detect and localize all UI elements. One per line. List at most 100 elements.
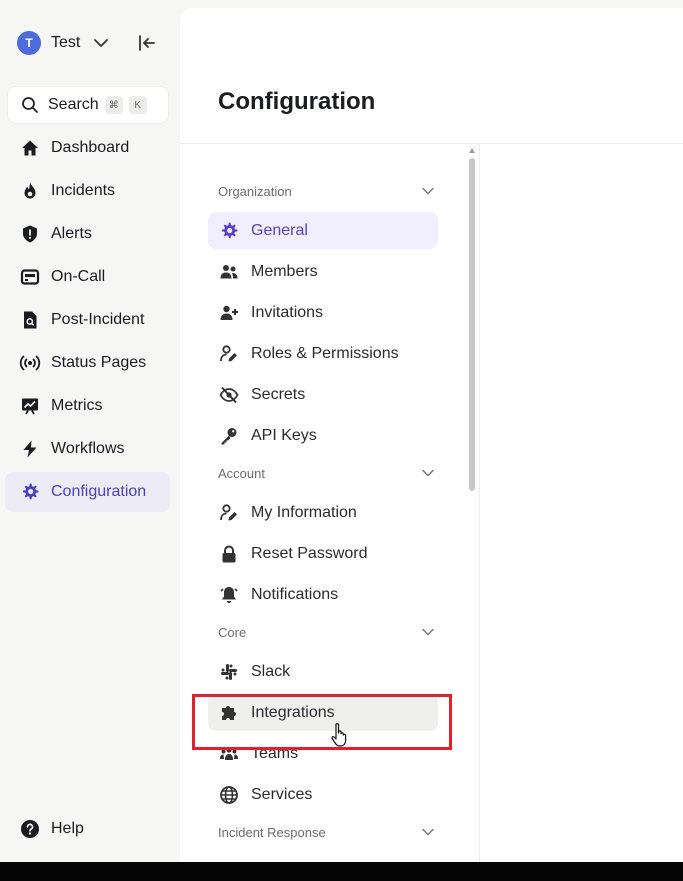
shield-alert-icon (19, 223, 41, 245)
settings-item-label: Reset Password (251, 544, 368, 562)
eye-slash-icon (218, 384, 240, 406)
settings-item-label: My Information (251, 503, 357, 521)
page-title: Configuration (218, 88, 376, 115)
avatar: T (17, 31, 41, 55)
shortcut-key-k: K (128, 96, 147, 114)
section-header-account[interactable]: Account (208, 458, 438, 488)
nav-label: Status Pages (51, 354, 147, 371)
key-icon (218, 425, 240, 447)
search-button[interactable]: Search ⌘ K (8, 87, 168, 123)
nav-item-workflows[interactable]: Workflows (5, 429, 170, 469)
users-icon (218, 261, 240, 283)
settings-item-services[interactable]: Services (208, 776, 438, 813)
nav-label: Dashboard (51, 139, 130, 156)
nav-item-configuration[interactable]: Configuration (5, 472, 170, 512)
settings-item-label: Members (251, 262, 318, 280)
people-group-icon (218, 743, 240, 765)
chart-board-icon (19, 395, 41, 417)
settings-item-label: Services (251, 785, 313, 803)
settings-item-label: Slack (251, 662, 291, 680)
header-divider (180, 143, 683, 144)
settings-item-secrets[interactable]: Secrets (208, 376, 438, 413)
user-plus-icon (218, 302, 240, 324)
scroll-up-icon[interactable] (469, 148, 475, 153)
settings-item-my-information[interactable]: My Information (208, 494, 438, 531)
main-panel: Configuration Organization General Membe… (180, 8, 683, 862)
panel-divider (479, 144, 480, 862)
nav-item-alerts[interactable]: Alerts (5, 214, 170, 254)
bottom-bar (0, 862, 683, 881)
broadcast-icon (19, 352, 41, 374)
settings-item-label: Invitations (251, 303, 324, 321)
gear-icon (19, 481, 41, 503)
chevron-down-icon (420, 183, 436, 199)
bell-icon (218, 584, 240, 606)
help-label: Help (51, 820, 84, 837)
nav-label: Configuration (51, 483, 147, 500)
settings-item-label: Secrets (251, 385, 306, 403)
section-header-core[interactable]: Core (208, 617, 438, 647)
section-header-incident-response[interactable]: Incident Response (208, 817, 438, 847)
settings-item-reset-password[interactable]: Reset Password (208, 535, 438, 572)
help-button[interactable]: Help (19, 818, 84, 840)
slack-icon (218, 661, 240, 683)
settings-item-invitations[interactable]: Invitations (208, 294, 438, 331)
settings-item-roles-permissions[interactable]: Roles & Permissions (208, 335, 438, 372)
nav-label: Alerts (51, 225, 92, 242)
scroll-thumb[interactable] (469, 158, 475, 491)
settings-item-slack[interactable]: Slack (208, 653, 438, 690)
section-title: Core (218, 624, 247, 640)
nav-label: Incidents (51, 182, 116, 199)
section-title: Organization (218, 183, 292, 199)
nav-item-post-incident[interactable]: Post-Incident (5, 300, 170, 340)
chevron-down-icon (420, 624, 436, 640)
pager-icon (19, 266, 41, 288)
user-pen-icon (218, 343, 240, 365)
settings-item-general[interactable]: General (208, 212, 438, 249)
section-header-organization[interactable]: Organization (208, 176, 438, 206)
gear-icon (218, 220, 240, 242)
chevron-down-icon (420, 465, 436, 481)
nav-item-metrics[interactable]: Metrics (5, 386, 170, 426)
settings-item-members[interactable]: Members (208, 253, 438, 290)
settings-item-label: General (251, 221, 308, 239)
shortcut-key-cmd: ⌘ (104, 96, 123, 114)
nav-item-on-call[interactable]: On-Call (5, 257, 170, 297)
nav-item-status-pages[interactable]: Status Pages (5, 343, 170, 383)
chevron-down-icon (420, 824, 436, 840)
document-search-icon (19, 309, 41, 331)
settings-item-label: Teams (251, 744, 299, 762)
settings-nav-scrollbar[interactable] (468, 146, 476, 862)
search-icon (21, 96, 39, 114)
nav-item-incidents[interactable]: Incidents (5, 171, 170, 211)
section-title: Account (218, 465, 265, 481)
workspace-name: Test (51, 34, 81, 51)
workspace-switcher[interactable]: T Test (17, 31, 110, 55)
main-nav: Dashboard Incidents Alerts On-Call Post-… (5, 128, 170, 515)
help-circle-icon (19, 818, 41, 840)
user-pen-icon (218, 502, 240, 524)
nav-item-dashboard[interactable]: Dashboard (5, 128, 170, 168)
section-title: Incident Response (218, 824, 326, 840)
nav-label: Metrics (51, 397, 103, 414)
collapse-sidebar-icon[interactable] (137, 33, 157, 53)
settings-item-teams[interactable]: Teams (208, 735, 438, 772)
settings-item-api-keys[interactable]: API Keys (208, 417, 438, 454)
settings-item-label: API Keys (251, 426, 317, 444)
settings-item-label: Integrations (251, 703, 335, 721)
lightning-icon (19, 438, 41, 460)
home-icon (19, 137, 41, 159)
search-label: Search (48, 96, 99, 113)
settings-item-notifications[interactable]: Notifications (208, 576, 438, 613)
flame-icon (19, 180, 41, 202)
nav-label: Workflows (51, 440, 125, 457)
settings-item-label: Roles & Permissions (251, 344, 399, 362)
globe-icon (218, 784, 240, 806)
chevron-down-icon (92, 34, 110, 52)
settings-item-label: Notifications (251, 585, 339, 603)
lock-icon (218, 543, 240, 565)
settings-item-integrations[interactable]: Integrations (208, 694, 438, 731)
puzzle-icon (218, 702, 240, 724)
nav-label: On-Call (51, 268, 106, 285)
settings-nav: Organization General Members Invitations (208, 176, 438, 853)
